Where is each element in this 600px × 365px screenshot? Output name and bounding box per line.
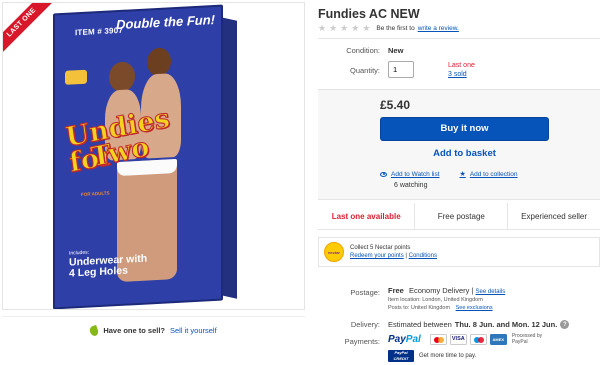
condition-value: New: [388, 46, 404, 55]
nectar-collect: Collect 5 Nectar points: [350, 245, 411, 251]
free-postage-badge: Free postage: [415, 203, 509, 229]
product-image: ITEM # 3907 Double the Fun! Undies for T…: [53, 4, 223, 309]
eye-icon: [380, 171, 387, 177]
add-to-watch-list-link[interactable]: Add to Watch list: [380, 170, 440, 178]
buy-box: £5.40 Buy it now Add to basket Add to Wa…: [318, 89, 600, 200]
postage-free: Free: [388, 286, 404, 295]
amex-icon: AMEX: [489, 333, 507, 345]
price: £5.40: [380, 98, 411, 112]
help-icon[interactable]: ?: [560, 320, 570, 329]
watch-row: Add to Watch list ★ Add to collection: [380, 170, 580, 178]
double-fun-label: Double the Fun!: [116, 11, 215, 33]
add-to-basket-button[interactable]: Add to basket: [380, 145, 549, 163]
paypal-logo: PayPal: [388, 334, 421, 345]
star-icon: ★: [318, 23, 327, 33]
badges-row: Last one available Free postage Experien…: [318, 203, 600, 230]
visa-icon: VISA: [449, 333, 467, 345]
mastercard-icon: [429, 333, 447, 345]
product-box-side: [221, 17, 237, 299]
item-location: Item location: London, United Kingdom: [388, 297, 483, 303]
delivery-label: Delivery:: [350, 320, 380, 329]
watch-list-label: Add to Watch list: [391, 170, 440, 178]
listing-title: Fundies AC NEW: [318, 7, 420, 21]
nectar-links: Redeem your points | Conditions: [350, 252, 437, 260]
rating-row: ★ ★ ★ ★ ★ Be the first to write a review…: [318, 24, 459, 33]
paypal-credit-text: Get more time to pay.: [419, 353, 477, 359]
last-one-badge: Last one available: [318, 203, 416, 229]
for-adults-label: FOR ADULTS: [81, 190, 110, 197]
nectar-text: Collect 5 Nectar points Redeem your poin…: [350, 244, 437, 260]
brand-logo: [65, 69, 87, 85]
maestro-icon: [469, 333, 487, 345]
delivery-value: Estimated between Thu. 8 Jun. and Mon. 1…: [388, 320, 570, 329]
paypal-credit-logo: PayPal CREDIT: [388, 350, 414, 362]
collection-label: Add to collection: [469, 170, 518, 178]
nectar-logo-icon: nectar: [324, 242, 344, 262]
star-icon: ★: [351, 23, 360, 33]
nectar-panel: nectar Collect 5 Nectar points Redeem yo…: [318, 237, 600, 267]
sell-question: Have one to sell?: [103, 326, 165, 335]
divider: [318, 38, 600, 39]
experienced-seller-badge: Experienced seller: [521, 211, 587, 221]
buy-it-now-button[interactable]: Buy it now: [380, 117, 549, 141]
delivery-prefix: Estimated between: [388, 320, 452, 329]
star-icon: ★: [340, 23, 349, 33]
star-icon: ★: [329, 23, 338, 33]
sell-it-yourself-link[interactable]: Sell it yourself: [170, 326, 217, 335]
postage-service: Economy Delivery: [408, 286, 470, 295]
postage-label: Postage:: [350, 288, 380, 297]
last-one-text: Last one: [448, 62, 475, 69]
star-icon: ★: [459, 171, 466, 178]
last-one-ribbon: LAST ONE: [3, 3, 56, 57]
paypal-credit-row: PayPal CREDIT Get more time to pay.: [388, 350, 476, 362]
woman-head: [109, 61, 135, 93]
watching-count: 6 watching: [394, 182, 428, 189]
posts-to: Posts to: United Kingdom: [388, 305, 451, 311]
add-to-collection-link[interactable]: ★ Add to collection: [459, 170, 518, 179]
see-exclusions-link[interactable]: See exclusions: [456, 305, 493, 311]
man-head: [147, 47, 171, 77]
payments-label: Payments:: [344, 337, 380, 346]
paypal-logo-pay: Pay: [388, 333, 406, 345]
processed-by-paypal: Processed by PayPal: [511, 333, 543, 345]
paypal-logo-pal: Pal: [405, 333, 421, 345]
quantity-input[interactable]: [388, 61, 414, 78]
quantity-availability: Last one 3 sold: [448, 61, 475, 79]
sold-count-link[interactable]: 3 sold: [448, 70, 475, 79]
write-review-link[interactable]: write a review.: [418, 25, 459, 32]
delivery-range: Thu. 8 Jun. and Mon. 12 Jun.: [454, 320, 558, 329]
condition-label: Condition:: [346, 46, 380, 55]
sell-bar: Have one to sell? Sell it yourself: [2, 316, 305, 344]
nectar-conditions-link[interactable]: Conditions: [409, 253, 437, 259]
product-image-panel[interactable]: ITEM # 3907 Double the Fun! Undies for T…: [2, 2, 305, 310]
postage-block: Free Economy Delivery | See details Item…: [388, 287, 505, 312]
quantity-label: Quantity:: [349, 66, 380, 75]
star-icon: ★: [362, 23, 371, 33]
see-details-link[interactable]: See details: [476, 289, 506, 295]
includes-description: Underwear with 4 Leg Holes: [69, 252, 148, 280]
leaf-icon: [88, 324, 100, 337]
payments-row: PayPal VISA AMEX Processed by PayPal: [388, 333, 550, 345]
redeem-points-link[interactable]: Redeem your points: [350, 253, 404, 259]
review-prefix: Be the first to: [376, 25, 415, 32]
